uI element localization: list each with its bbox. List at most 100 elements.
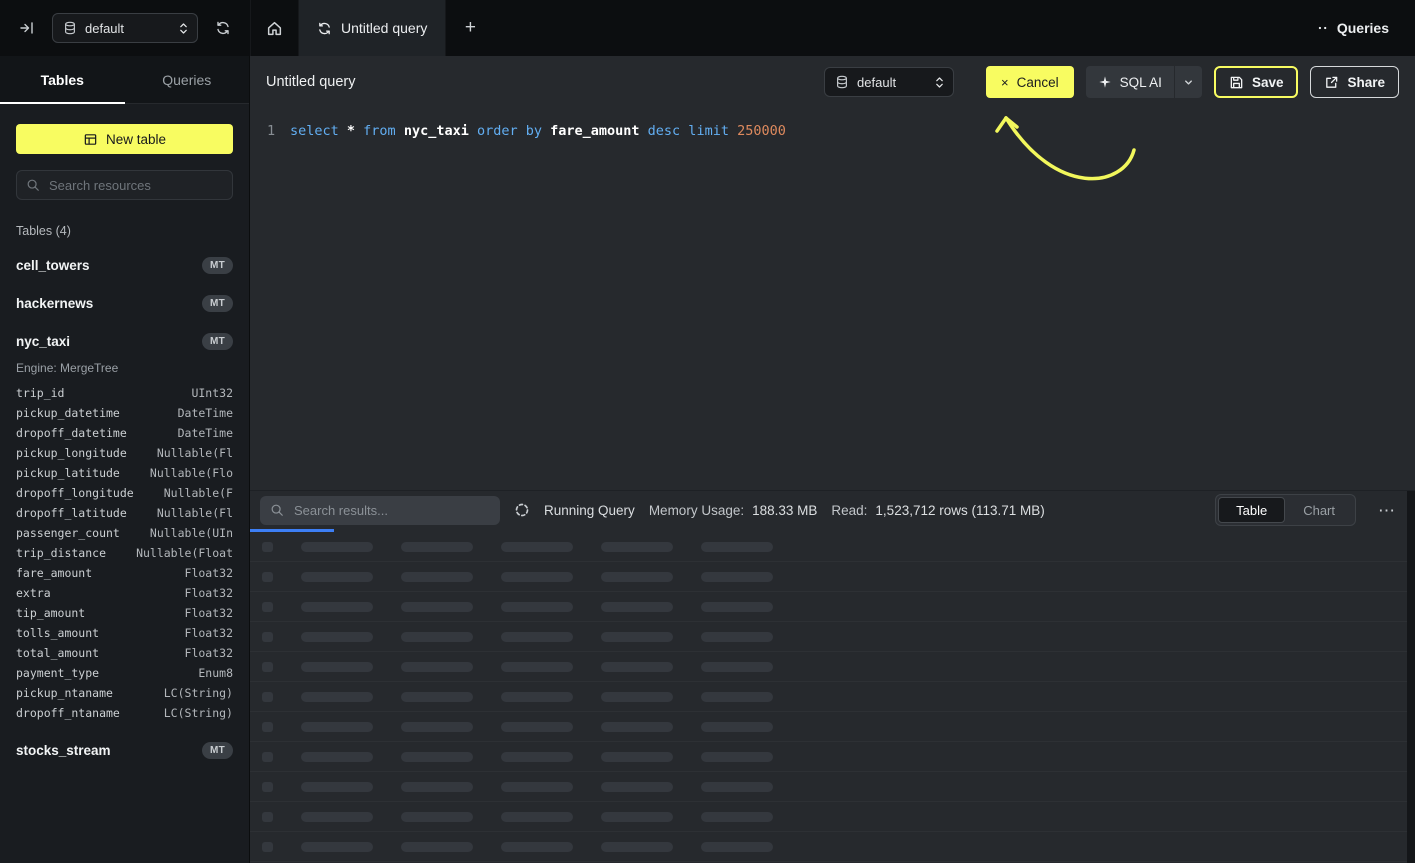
tables-list: cell_towersMThackernewsMTnyc_taxiMTEngin… (16, 254, 233, 761)
cancel-query-button[interactable]: × Cancel (986, 66, 1074, 98)
skeleton-cell (501, 602, 573, 612)
column-row: dropoff_datetimeDateTime (16, 423, 233, 443)
column-name: tolls_amount (16, 626, 99, 640)
sidebar-tab-tables[interactable]: Tables (0, 56, 125, 103)
column-list: trip_idUInt32pickup_datetimeDateTimedrop… (16, 383, 233, 723)
query-database-selector[interactable]: default (824, 67, 954, 97)
sql-ai-button[interactable]: SQL AI (1086, 66, 1202, 98)
skeleton-cell (301, 572, 373, 582)
sidebar-tab-queries[interactable]: Queries (125, 56, 250, 103)
collapse-sidebar-icon[interactable] (14, 15, 40, 41)
resource-search[interactable] (16, 170, 233, 200)
skeleton-cell (501, 692, 573, 702)
chevron-down-icon[interactable] (1175, 66, 1202, 98)
column-type: Nullable(Float (136, 546, 233, 560)
topbar-left-section: default (0, 0, 250, 56)
skeleton-cell (701, 602, 773, 612)
skeleton-cell (501, 542, 573, 552)
column-row: trip_idUInt32 (16, 383, 233, 403)
chevron-up-down-icon (935, 76, 944, 89)
view-toggle: Table Chart (1215, 494, 1356, 526)
column-type: Float32 (185, 606, 233, 620)
table-name: stocks_stream (16, 743, 111, 758)
results-skeleton (250, 532, 1407, 863)
share-label: Share (1347, 75, 1385, 90)
skeleton-cell (701, 632, 773, 642)
skeleton-row (250, 532, 1407, 562)
table-item[interactable]: stocks_streamMT (16, 739, 233, 761)
skeleton-cell (401, 662, 473, 672)
sql-ai-main[interactable]: SQL AI (1086, 66, 1174, 98)
column-type: Float32 (185, 646, 233, 660)
skeleton-row (250, 772, 1407, 802)
table-item[interactable]: hackernewsMT (16, 292, 233, 314)
database-icon (834, 74, 850, 90)
skeleton-cell (701, 542, 773, 552)
skeleton-cell (601, 842, 673, 852)
skeleton-cell (301, 602, 373, 612)
resource-search-input[interactable] (47, 177, 223, 194)
chevron-up-down-icon (179, 22, 188, 35)
more-options-icon[interactable]: ⋯ (1378, 502, 1395, 519)
column-row: extraFloat32 (16, 583, 233, 603)
column-row: tip_amountFloat32 (16, 603, 233, 623)
skeleton-cell (262, 752, 273, 762)
table-item[interactable]: cell_towersMT (16, 254, 233, 276)
sql-token: desc limit (648, 123, 737, 139)
skeleton-cell (401, 842, 473, 852)
save-button[interactable]: Save (1214, 66, 1299, 98)
skeleton-cell (701, 722, 773, 732)
skeleton-row (250, 592, 1407, 622)
share-icon (1324, 75, 1339, 90)
skeleton-cell (701, 662, 773, 672)
queries-icon (1316, 21, 1330, 35)
results-search-input[interactable] (292, 502, 490, 519)
sql-token: * (347, 123, 363, 139)
scrollbar-track[interactable] (1407, 491, 1415, 863)
close-icon: × (1001, 76, 1009, 89)
skeleton-cell (401, 782, 473, 792)
sql-ai-label: SQL AI (1120, 75, 1162, 90)
results-panel: Running Query Memory Usage: 188.33 MB Re… (250, 490, 1415, 863)
sql-editor[interactable]: 1 select * from nyc_taxi order by fare_a… (250, 108, 1415, 490)
engine-badge: MT (202, 257, 233, 274)
skeleton-cell (401, 692, 473, 702)
skeleton-cell (301, 632, 373, 642)
skeleton-cell (601, 632, 673, 642)
save-label: Save (1252, 75, 1284, 90)
column-name: extra (16, 586, 51, 600)
queries-nav-button[interactable]: Queries (1316, 12, 1389, 44)
skeleton-cell (401, 812, 473, 822)
skeleton-row (250, 802, 1407, 832)
query-tab-active[interactable]: Untitled query (298, 0, 446, 56)
tables-section-label: Tables (4) (16, 224, 233, 238)
skeleton-cell (262, 632, 273, 642)
skeleton-cell (262, 722, 273, 732)
table-item[interactable]: nyc_taxiMT (16, 330, 233, 352)
home-tab[interactable] (250, 0, 298, 56)
engine-badge: MT (202, 333, 233, 350)
chart-view-button[interactable]: Chart (1285, 497, 1353, 523)
skeleton-cell (401, 632, 473, 642)
read-value: 1,523,712 rows (113.71 MB) (875, 503, 1044, 518)
sql-token: 250000 (737, 123, 786, 139)
database-selector[interactable]: default (52, 13, 198, 43)
skeleton-cell (501, 812, 573, 822)
share-button[interactable]: Share (1310, 66, 1399, 98)
loading-spinner-icon (514, 502, 530, 518)
sync-icon (317, 21, 332, 36)
query-tab-label: Untitled query (341, 20, 427, 36)
search-icon (26, 178, 40, 192)
new-tab-button[interactable]: + (446, 0, 494, 56)
skeleton-cell (601, 602, 673, 612)
results-search[interactable] (260, 496, 500, 525)
table-view-button[interactable]: Table (1218, 497, 1285, 523)
skeleton-row (250, 682, 1407, 712)
refresh-icon[interactable] (210, 15, 236, 41)
column-name: trip_distance (16, 546, 106, 560)
skeleton-cell (701, 572, 773, 582)
column-type: UInt32 (191, 386, 233, 400)
new-table-button[interactable]: New table (16, 124, 233, 154)
skeleton-cell (601, 812, 673, 822)
sql-token: select (290, 123, 347, 139)
